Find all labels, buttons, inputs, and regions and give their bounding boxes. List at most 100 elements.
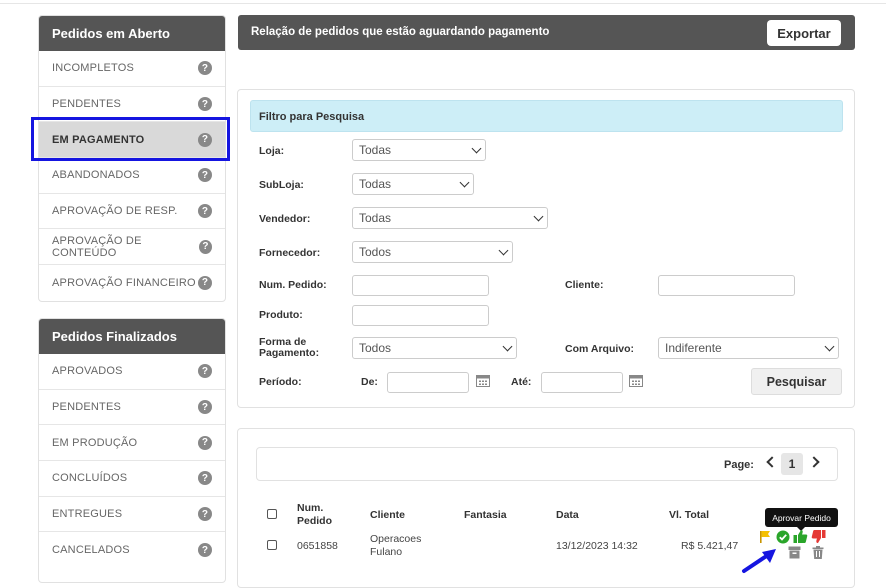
chevron-down-icon [459, 177, 470, 188]
sidebar-item-label: ABANDONADOS [52, 169, 140, 182]
date-from-input[interactable] [387, 372, 469, 393]
com-arquivo-select-value: Indiferente [665, 341, 722, 355]
row-checkbox[interactable] [267, 540, 277, 550]
com-arquivo-label: Com Arquivo: [565, 343, 635, 355]
sidebar-item-aprovados[interactable]: APROVADOS? [39, 354, 225, 390]
sidebar-item-label: APROVAÇÃO DE RESP. [52, 205, 178, 218]
row-data: 13/12/2023 14:32 [556, 540, 638, 552]
help-icon[interactable]: ? [198, 275, 212, 290]
sidebar-item-entregues[interactable]: ENTREGUES? [39, 497, 225, 533]
chevron-down-icon [533, 211, 544, 222]
loja-label: Loja: [259, 145, 285, 157]
subloja-select[interactable]: Todas [352, 173, 474, 195]
help-icon[interactable]: ? [198, 400, 212, 415]
sidebar-item-label: APROVAÇÃO DE CONTEÚDO [52, 234, 142, 259]
help-icon[interactable]: ? [198, 543, 212, 558]
subloja-label: SubLoja: [259, 179, 304, 191]
sidebar-item-label: CONCLUÍDOS [52, 472, 128, 485]
sidebar-item-aprovacao-resp[interactable]: APROVAÇÃO DE RESP.? [39, 194, 225, 230]
subloja-select-value: Todas [359, 177, 392, 191]
check-circle-icon[interactable] [776, 530, 790, 544]
periodo-label: Período: [259, 376, 302, 388]
help-icon[interactable]: ? [198, 471, 212, 486]
help-icon[interactable]: ? [198, 61, 212, 76]
forma-pagamento-label: Forma de Pagamento: [259, 336, 320, 359]
chevron-down-icon [471, 143, 482, 154]
archive-icon[interactable] [788, 546, 801, 559]
de-label: De: [361, 376, 378, 388]
calendar-icon[interactable] [629, 374, 643, 387]
chevron-right-icon[interactable] [808, 456, 820, 468]
col-num-pedido: Num. Pedido [297, 502, 333, 527]
trash-icon[interactable] [812, 546, 824, 559]
num-pedido-input[interactable] [352, 275, 489, 296]
produto-label: Produto: [259, 309, 303, 321]
cliente-label: Cliente: [565, 279, 604, 291]
sidebar-item-label: ENTREGUES [52, 508, 123, 521]
cliente-input[interactable] [658, 275, 795, 296]
sidebar-open-title: Pedidos em Aberto [39, 16, 225, 51]
ate-label: Até: [511, 376, 532, 388]
sidebar-item-label: APROVADOS [52, 365, 123, 378]
sidebar-item-label: PENDENTES [52, 401, 122, 414]
row-vl-total: R$ 5.421,47 [681, 540, 739, 552]
sidebar-item-aprovacao-financeiro[interactable]: APROVAÇÃO FINANCEIRO? [39, 265, 225, 301]
help-icon[interactable]: ? [198, 204, 212, 219]
chevron-left-icon[interactable] [766, 456, 778, 468]
date-to-input[interactable] [541, 372, 623, 393]
sidebar-item-concluidos[interactable]: CONCLUÍDOS? [39, 461, 225, 497]
sidebar-item-label: EM PRODUÇÃO [52, 436, 138, 449]
col-vl-total: Vl. Total [669, 509, 710, 521]
sidebar-item-incompletos[interactable]: INCOMPLETOS? [39, 51, 225, 87]
sidebar-item-aprovacao-conteudo[interactable]: APROVAÇÃO DE CONTEÚDO? [39, 229, 225, 266]
sidebar-finished-orders: Pedidos Finalizados APROVADOS? PENDENTES… [38, 318, 226, 583]
thumbs-down-icon[interactable] [811, 529, 826, 544]
fornecedor-select[interactable]: Todos [352, 241, 513, 263]
select-all-checkbox[interactable] [267, 509, 277, 519]
sidebar-item-label: APROVAÇÃO FINANCEIRO [52, 276, 196, 289]
help-icon[interactable]: ? [198, 97, 212, 112]
forma-pagamento-select-value: Todos [359, 341, 392, 355]
loja-select[interactable]: Todas [352, 139, 486, 161]
filter-title: Filtro para Pesquisa [250, 100, 843, 132]
col-fantasia: Fantasia [464, 509, 507, 521]
page-title: Relação de pedidos que estão aguardando … [251, 26, 550, 38]
vendedor-label: Vendedor: [259, 213, 311, 225]
calendar-icon[interactable] [476, 374, 490, 387]
sidebar-item-label: PENDENTES [52, 98, 122, 111]
sidebar-item-label: INCOMPLETOS [52, 62, 135, 75]
help-icon[interactable]: ? [198, 239, 212, 254]
row-num-pedido[interactable]: 0651858 [297, 540, 338, 552]
search-button[interactable]: Pesquisar [751, 368, 842, 395]
filter-panel: Filtro para Pesquisa Loja: Todas SubLoja… [237, 89, 855, 408]
pointer-arrow-icon [742, 549, 776, 573]
sidebar-item-em-producao[interactable]: EM PRODUÇÃO? [39, 425, 225, 462]
page-label: Page: [724, 459, 754, 471]
help-icon[interactable]: ? [198, 507, 212, 522]
help-icon[interactable]: ? [198, 168, 212, 183]
page-number[interactable]: 1 [781, 453, 803, 475]
sidebar-item-cancelados[interactable]: CANCELADOS? [39, 532, 225, 568]
fornecedor-select-value: Todos [359, 245, 392, 259]
thumbs-up-icon[interactable] [793, 529, 808, 544]
vendedor-select[interactable]: Todas [352, 207, 548, 229]
tooltip: Aprovar Pedido [765, 508, 838, 531]
sidebar-item-pendentes-finalizados[interactable]: PENDENTES? [39, 390, 225, 426]
chevron-down-icon [502, 341, 513, 352]
col-cliente: Cliente [370, 509, 406, 521]
sidebar-item-abandonados[interactable]: ABANDONADOS? [39, 158, 225, 194]
top-border [0, 3, 886, 4]
com-arquivo-select[interactable]: Indiferente [658, 337, 839, 359]
loja-select-value: Todas [359, 143, 392, 157]
chevron-down-icon [498, 245, 509, 256]
pagination: Page: 1 [256, 447, 838, 481]
export-button[interactable]: Exportar [767, 20, 841, 46]
row-cliente: Operacoes Fulano [370, 533, 422, 558]
produto-input[interactable] [352, 305, 489, 326]
help-icon[interactable]: ? [198, 435, 212, 450]
forma-pagamento-select[interactable]: Todos [352, 337, 517, 359]
help-icon[interactable]: ? [198, 364, 212, 379]
flag-icon[interactable] [759, 530, 771, 543]
num-pedido-label: Num. Pedido: [259, 279, 327, 291]
sidebar-item-label: CANCELADOS [52, 544, 130, 557]
